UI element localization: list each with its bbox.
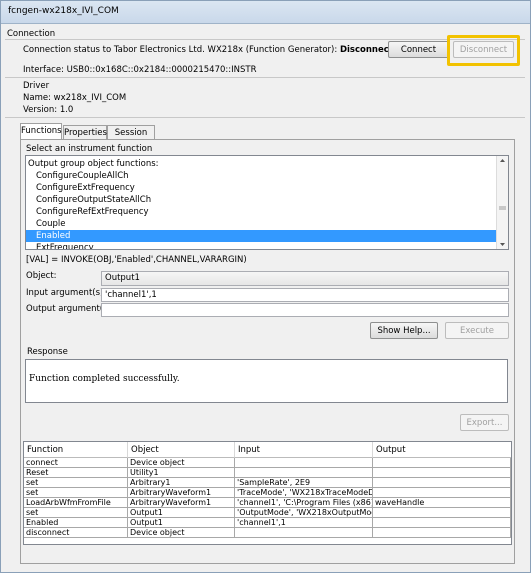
table-cell [373, 488, 511, 498]
connection-status-text: Connection status to Tabor Electronics L… [23, 45, 340, 55]
app-window: fcngen-wx218x_IVI_COM Connection Connect… [0, 0, 531, 573]
table-cell: connect [24, 458, 128, 468]
object-label: Object: [26, 271, 57, 281]
table-cell: Reset [24, 468, 128, 478]
table-cell: 'TraceMode', 'WX218xTraceModeDu... [235, 488, 373, 498]
table-cell: waveHandle [373, 498, 511, 508]
function-listbox[interactable]: Output group object functions: Configure… [25, 155, 509, 250]
list-item[interactable]: ConfigureOutputStateAllCh [26, 194, 506, 206]
interface-text: Interface: USB0::0x168C::0x2184::0000215… [23, 65, 257, 75]
driver-top-divider [5, 77, 525, 78]
table-cell [235, 528, 373, 538]
driver-name: Name: wx218x_IVI_COM [23, 93, 127, 103]
table-cell: 'channel1', 'C:\Program Files (x86)\IV..… [235, 498, 373, 508]
response-text: Function completed successfully. [29, 374, 180, 384]
connection-group-label: Connection [7, 29, 56, 39]
list-item[interactable]: ConfigureRefExtFrequency [26, 206, 506, 218]
table-cell [373, 528, 511, 538]
execute-button[interactable]: Execute [445, 322, 509, 339]
table-cell: set [24, 488, 128, 498]
list-item[interactable]: Output group object functions: [26, 158, 498, 170]
table-cell: Device object [128, 458, 235, 468]
window-title: fcngen-wx218x_IVI_COM [8, 6, 119, 16]
list-item[interactable]: Couple [26, 218, 506, 230]
table-cell: set [24, 478, 128, 488]
input-arguments-label: Input argument(s): [26, 288, 107, 298]
show-help-button[interactable]: Show Help... [370, 322, 438, 339]
table-cell [373, 508, 511, 518]
driver-version: Version: 1.0 [23, 105, 74, 115]
table-cell: Arbitrary1 [128, 478, 235, 488]
table-cell [373, 478, 511, 488]
response-group-label: Response [27, 347, 68, 357]
table-cell: Device object [128, 528, 235, 538]
list-item[interactable]: ConfigureExtFrequency [26, 182, 506, 194]
driver-bottom-divider [5, 117, 525, 118]
object-dropdown[interactable]: Output1 [101, 271, 509, 286]
select-function-label: Select an instrument function [26, 144, 153, 154]
response-box: Function completed successfully. [25, 359, 508, 403]
table-cell [373, 458, 511, 468]
table-cell: 'SampleRate', 2E9 [235, 478, 373, 488]
driver-group-label: Driver [23, 81, 50, 91]
export-button[interactable]: Export... [460, 414, 509, 431]
function-signature: [VAL] = INVOKE(OBJ,'Enabled',CHANNEL,VAR… [26, 255, 247, 265]
table-header: Input [235, 442, 373, 458]
output-arguments-field[interactable] [101, 303, 509, 317]
table-cell: LoadArbWfmFromFile [24, 498, 128, 508]
tab-properties[interactable]: Properties [63, 125, 107, 139]
table-cell: set [24, 508, 128, 518]
list-scrollbar[interactable] [496, 156, 508, 249]
table-cell: 'channel1',1 [235, 518, 373, 528]
table-header: Object [128, 442, 235, 458]
table-cell: 'OutputMode', 'WX218xOutputMod... [235, 508, 373, 518]
connect-button[interactable]: Connect [388, 41, 449, 58]
list-item-selected[interactable]: Enabled [26, 230, 498, 242]
table-header: Output [373, 442, 511, 458]
object-dropdown-value: Output1 [105, 273, 140, 283]
input-arguments-field[interactable]: 'channel1',1 [101, 288, 509, 302]
history-table: Function Object Input Output connect Devi… [23, 441, 512, 545]
table-cell [373, 468, 511, 478]
table-cell: disconnect [24, 528, 128, 538]
scroll-arrows-icon [499, 159, 506, 246]
tab-functions[interactable]: Functions [20, 123, 62, 140]
table-cell [235, 458, 373, 468]
connection-status: Connection status to Tabor Electronics L… [23, 45, 405, 55]
tab-session-log[interactable]: Session Log [107, 125, 155, 152]
title-bar: fcngen-wx218x_IVI_COM [1, 1, 530, 24]
table-cell [235, 468, 373, 478]
table-cell: Output1 [128, 508, 235, 518]
table-cell: Enabled [24, 518, 128, 528]
list-item[interactable]: ExtFrequency [26, 242, 506, 249]
table-cell: Output1 [128, 518, 235, 528]
table-cell [373, 518, 511, 528]
table-cell: Utility1 [128, 468, 235, 478]
disconnect-highlight [447, 35, 520, 66]
table-cell: ArbitraryWaveform1 [128, 488, 235, 498]
list-item[interactable]: ConfigureCoupleAllCh [26, 170, 506, 182]
table-header: Function [24, 442, 128, 458]
table-cell: ArbitraryWaveform1 [128, 498, 235, 508]
